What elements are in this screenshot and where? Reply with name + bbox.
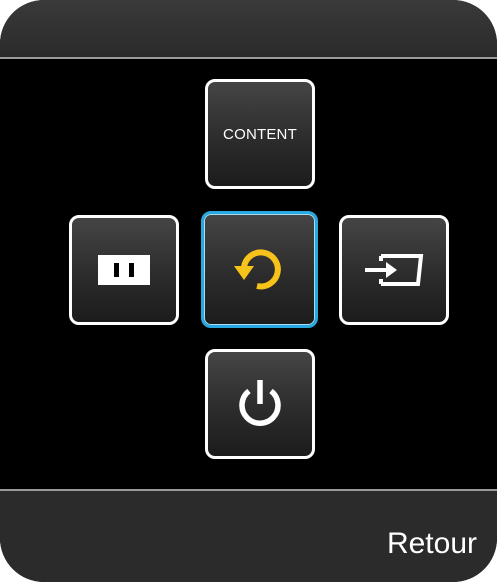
menu-button[interactable] bbox=[69, 215, 179, 325]
power-icon bbox=[230, 374, 290, 434]
top-divider bbox=[0, 57, 497, 59]
source-button[interactable] bbox=[339, 215, 449, 325]
content-button[interactable]: CONTENT bbox=[205, 79, 315, 189]
return-arrow-icon bbox=[230, 240, 290, 300]
back-label[interactable]: Retour bbox=[387, 527, 477, 561]
return-button[interactable] bbox=[201, 211, 318, 328]
control-panel: CONTENT Retour bbox=[0, 0, 497, 582]
menu-grid-icon bbox=[98, 255, 150, 285]
power-button[interactable] bbox=[205, 349, 315, 459]
source-input-icon bbox=[361, 248, 427, 292]
content-button-label: CONTENT bbox=[223, 125, 297, 143]
top-bar bbox=[0, 0, 497, 58]
